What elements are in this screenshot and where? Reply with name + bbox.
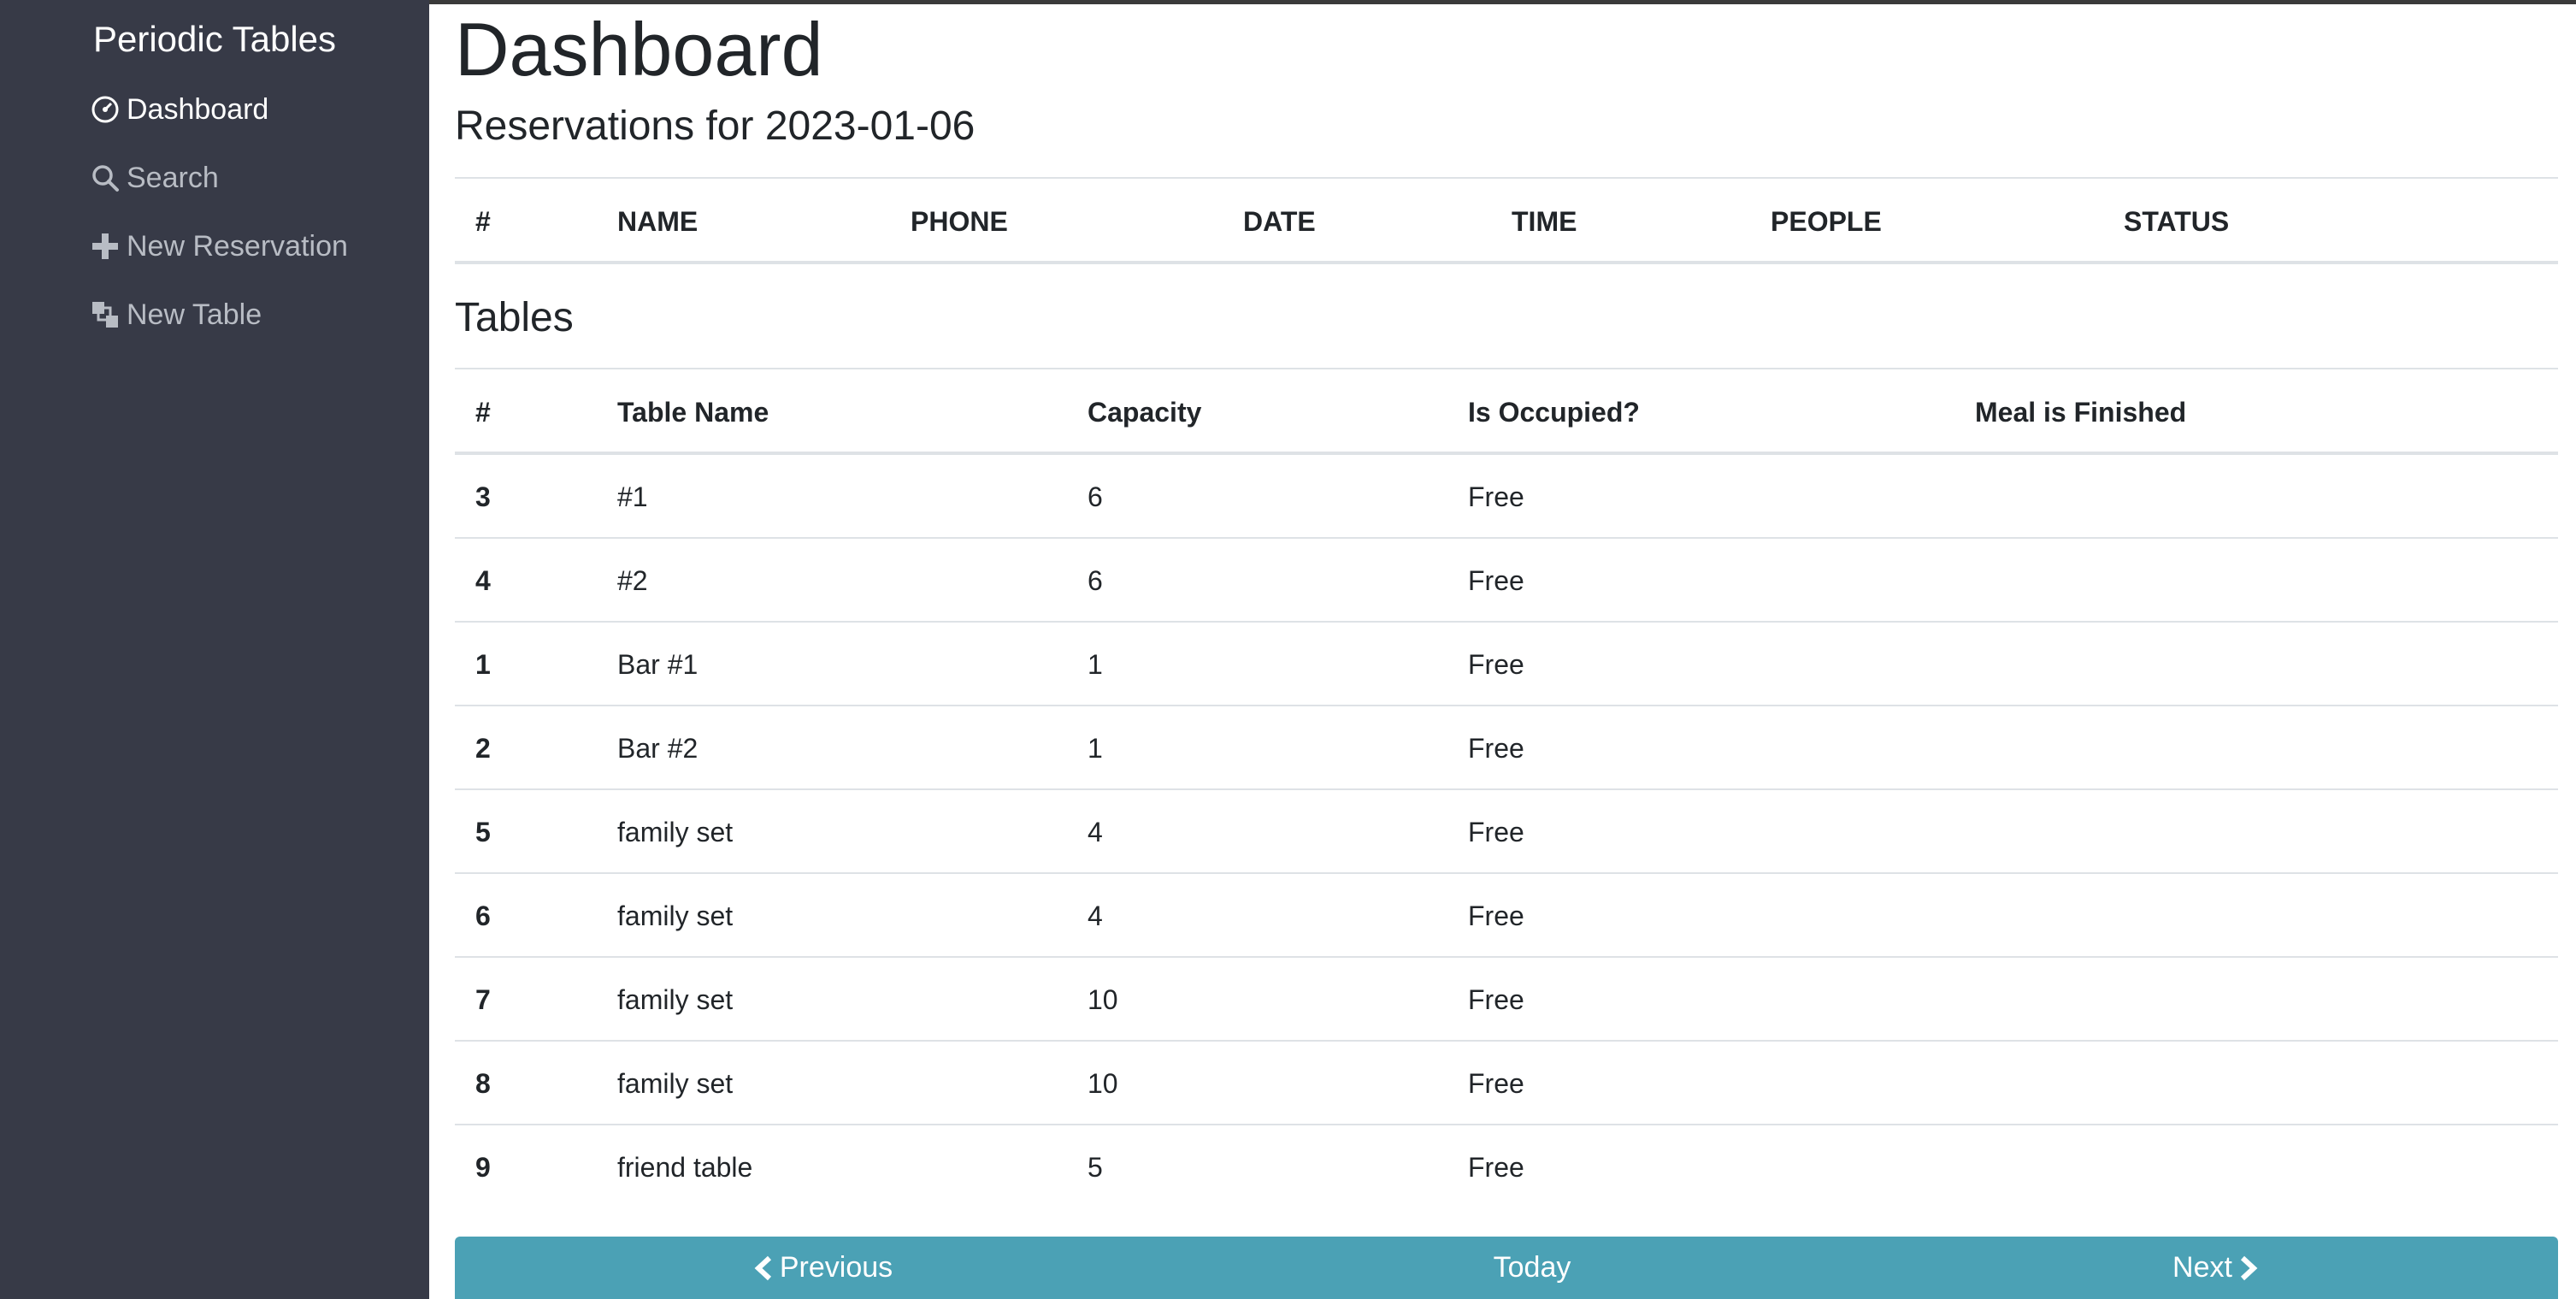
column-header-status: STATUS [2124, 206, 2230, 237]
column-header-date: DATE [1243, 206, 1316, 237]
plus-icon [91, 232, 120, 261]
next-button[interactable]: Next [1874, 1237, 2558, 1299]
previous-button[interactable]: Previous [455, 1237, 1190, 1299]
table-name: family set [617, 1068, 734, 1099]
chevron-left-icon [752, 1255, 775, 1281]
sidebar-item-label: Dashboard [127, 92, 269, 126]
date-navigation-bar: Previous Today Next [455, 1237, 2558, 1299]
table-name: family set [617, 900, 734, 931]
search-icon [91, 163, 120, 192]
divider [455, 1124, 2558, 1125]
chevron-right-icon [2237, 1255, 2260, 1281]
table-status: Free [1468, 1068, 1524, 1099]
tables-heading: Tables [455, 295, 574, 340]
table-id: 1 [475, 649, 491, 680]
table-status: Free [1468, 900, 1524, 931]
next-label: Next [2172, 1251, 2232, 1284]
table-status: Free [1468, 649, 1524, 680]
column-header-is-occupied: Is Occupied? [1468, 397, 1640, 428]
column-header-time: TIME [1512, 206, 1577, 237]
divider [455, 788, 2558, 790]
sidebar-item-dashboard[interactable]: Dashboard [91, 86, 268, 133]
divider [455, 261, 2558, 264]
today-button[interactable]: Today [1190, 1237, 1874, 1299]
divider [455, 368, 2558, 369]
divider [455, 537, 2558, 539]
table-status: Free [1468, 481, 1524, 512]
column-header-number: # [475, 397, 491, 428]
table-name: Bar #2 [617, 733, 699, 764]
table-name: #1 [617, 481, 648, 512]
previous-label: Previous [779, 1251, 893, 1284]
today-label: Today [1493, 1251, 1571, 1284]
table-name: family set [617, 817, 734, 847]
sidebar-item-new-table[interactable]: New Table [91, 291, 262, 339]
column-header-table-name: Table Name [617, 397, 769, 428]
table-capacity: 6 [1088, 481, 1103, 512]
table-status: Free [1468, 565, 1524, 596]
table-id: 6 [475, 900, 491, 931]
sidebar-item-new-reservation[interactable]: New Reservation [91, 222, 348, 270]
page-title: Dashboard [455, 7, 823, 92]
table-status: Free [1468, 984, 1524, 1015]
column-header-people: PEOPLE [1771, 206, 1882, 237]
table-name: Bar #1 [617, 649, 699, 680]
column-header-name: NAME [617, 206, 699, 237]
column-header-phone: PHONE [911, 206, 1008, 237]
divider [455, 1040, 2558, 1042]
divider [455, 872, 2558, 874]
table-name: family set [617, 984, 734, 1015]
table-capacity: 5 [1088, 1152, 1103, 1183]
divider [455, 177, 2558, 179]
table-id: 7 [475, 984, 491, 1015]
table-status: Free [1468, 1152, 1524, 1183]
table-id: 3 [475, 481, 491, 512]
table-id: 5 [475, 817, 491, 847]
table-status: Free [1468, 733, 1524, 764]
table-capacity: 4 [1088, 817, 1103, 847]
table-capacity: 10 [1088, 984, 1118, 1015]
table-name: friend table [617, 1152, 753, 1183]
column-header-meal-finished: Meal is Finished [1975, 397, 2187, 428]
new-table-icon [91, 300, 120, 329]
table-id: 4 [475, 565, 491, 596]
brand-title[interactable]: Periodic Tables [0, 15, 429, 63]
table-id: 8 [475, 1068, 491, 1099]
table-name: #2 [617, 565, 648, 596]
dashboard-icon [91, 95, 120, 124]
column-header-capacity: Capacity [1088, 397, 1202, 428]
column-header-number: # [475, 206, 491, 237]
table-capacity: 6 [1088, 565, 1103, 596]
reservations-heading: Reservations for 2023-01-06 [455, 103, 976, 149]
sidebar-item-label: Search [127, 161, 219, 194]
sidebar-item-label: New Reservation [127, 229, 348, 263]
divider [455, 956, 2558, 958]
table-capacity: 1 [1088, 649, 1103, 680]
sidebar-item-search[interactable]: Search [91, 154, 219, 202]
divider [455, 705, 2558, 706]
divider [455, 621, 2558, 623]
table-status: Free [1468, 817, 1524, 847]
sidebar-item-label: New Table [127, 298, 262, 331]
sidebar: Periodic Tables Dashboard Search New Res… [0, 0, 429, 1299]
table-capacity: 4 [1088, 900, 1103, 931]
divider [455, 452, 2558, 455]
table-capacity: 1 [1088, 733, 1103, 764]
table-id: 2 [475, 733, 491, 764]
table-capacity: 10 [1088, 1068, 1118, 1099]
table-id: 9 [475, 1152, 491, 1183]
